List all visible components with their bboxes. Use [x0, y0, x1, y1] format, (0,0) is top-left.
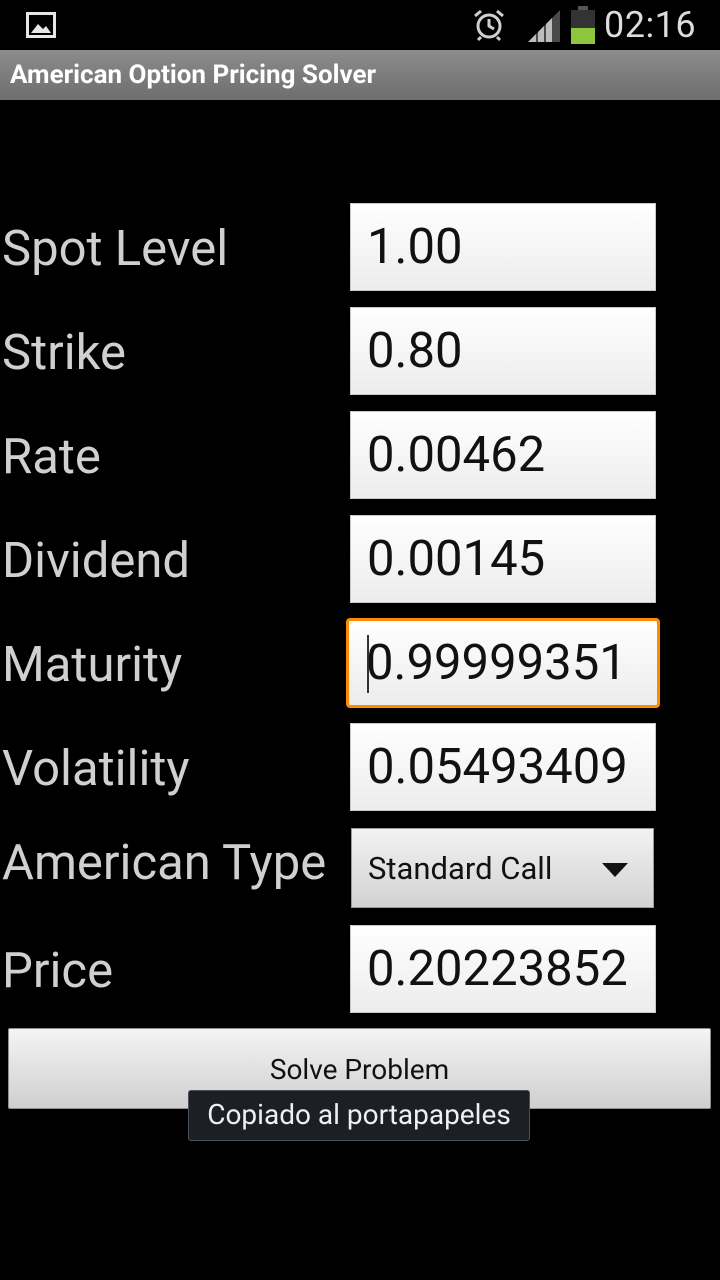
american-type-dropdown[interactable]: Standard Call	[351, 828, 654, 908]
price-value: 0.20223852	[367, 940, 628, 997]
spot-level-value: 1.00	[367, 218, 463, 275]
status-clock: 02:16	[604, 4, 697, 46]
spot-level-input[interactable]: 1.00	[350, 203, 656, 291]
rate-value: 0.00462	[367, 426, 546, 483]
rate-label: Rate	[2, 428, 101, 485]
price-label: Price	[2, 942, 114, 999]
dividend-label: Dividend	[2, 532, 191, 589]
solve-problem-label: Solve Problem	[269, 1053, 450, 1086]
status-bar: 02:16	[0, 0, 720, 50]
maturity-label: Maturity	[2, 636, 183, 693]
strike-label: Strike	[2, 324, 126, 381]
maturity-input[interactable]: 0.99999351	[346, 618, 660, 708]
battery-icon	[571, 6, 595, 44]
price-input[interactable]: 0.20223852	[350, 925, 656, 1013]
dividend-value: 0.00145	[367, 530, 546, 587]
volatility-input[interactable]: 0.05493409	[350, 723, 656, 811]
volatility-value: 0.05493409	[367, 738, 628, 795]
american-type-label: American Type	[2, 834, 327, 891]
signal-icon	[528, 10, 560, 42]
volatility-label: Volatility	[2, 740, 190, 797]
title-bar: American Option Pricing Solver	[0, 50, 720, 100]
spot-level-label: Spot Level	[2, 220, 229, 277]
toast-message: Copiado al portapapeles	[207, 1098, 511, 1131]
strike-value: 0.80	[367, 322, 463, 379]
app-title: American Option Pricing Solver	[10, 60, 377, 90]
toast-notification: Copiado al portapapeles	[188, 1090, 530, 1141]
strike-input[interactable]: 0.80	[350, 307, 656, 395]
alarm-icon	[474, 9, 504, 42]
maturity-value: 0.99999351	[366, 634, 627, 691]
american-type-selected: Standard Call	[368, 850, 553, 887]
rate-input[interactable]: 0.00462	[350, 411, 656, 499]
dividend-input[interactable]: 0.00145	[350, 515, 656, 603]
dropdown-arrow-icon	[602, 863, 628, 877]
gallery-icon	[26, 12, 56, 38]
